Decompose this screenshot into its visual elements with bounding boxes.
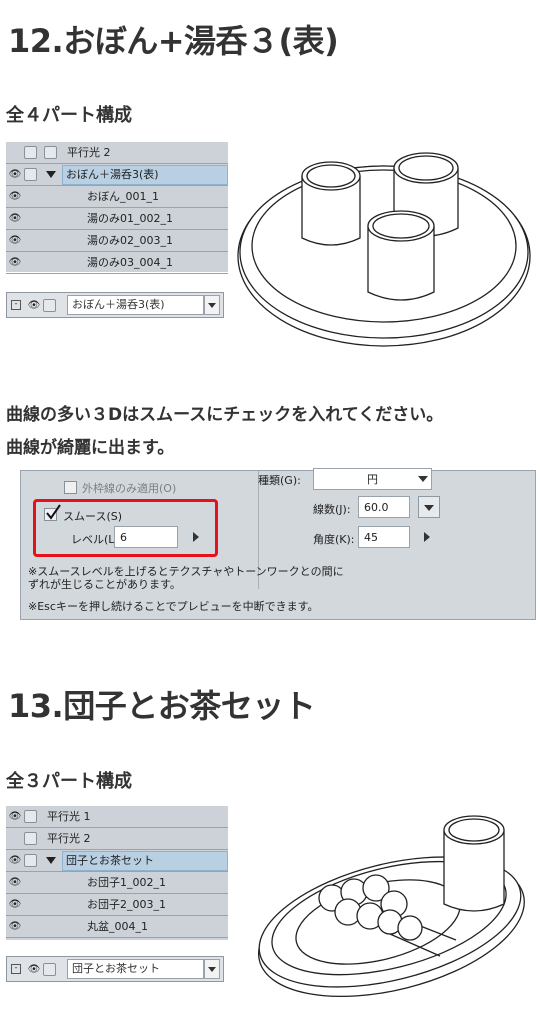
lock-checkbox[interactable] bbox=[24, 146, 37, 159]
layer-panel-13: 👁 平行光 1 平行光 2 👁 団子とお茶セット 👁 お団子1_002_1 👁 … bbox=[6, 806, 228, 940]
layer-checkbox[interactable] bbox=[24, 832, 37, 845]
layer-name: お団子2_003_1 bbox=[87, 897, 166, 911]
layer-name: お団子1_002_1 bbox=[87, 875, 166, 889]
layer-name: 団子とお茶セット bbox=[62, 850, 228, 871]
layer-checkbox[interactable] bbox=[24, 810, 37, 823]
expand-arrow-icon[interactable] bbox=[46, 857, 56, 864]
layer-row[interactable]: 👁 丸盆_004_1 bbox=[6, 916, 228, 938]
layer-select[interactable]: おぼん＋湯呑3(表) bbox=[67, 295, 204, 315]
layer-row[interactable]: 平行光 2 bbox=[6, 828, 228, 850]
layer-name: 湯のみ02_003_1 bbox=[87, 233, 173, 247]
layer-row[interactable]: 👁 団子とお茶セット bbox=[6, 850, 228, 872]
layer-name: 湯のみ03_004_1 bbox=[87, 255, 173, 269]
layer-checkbox[interactable] bbox=[44, 146, 57, 159]
lines-input[interactable]: 60.0 bbox=[358, 496, 410, 518]
collapse-icon[interactable]: - bbox=[11, 300, 21, 310]
outline-only-label: 外枠線のみ適用(O) bbox=[82, 482, 177, 495]
type-label: 種類(G): bbox=[258, 474, 301, 487]
type-select[interactable]: 円 bbox=[313, 468, 432, 490]
highlight-box bbox=[33, 499, 218, 557]
outline-only-checkbox[interactable] bbox=[64, 481, 77, 494]
chevron-down-icon[interactable] bbox=[204, 959, 220, 979]
layer-checkbox[interactable] bbox=[24, 168, 37, 181]
layer-selector-13[interactable]: - 👁 団子とお茶セット bbox=[6, 956, 224, 982]
expand-arrow-icon[interactable] bbox=[46, 171, 56, 178]
eye-icon[interactable]: 👁 bbox=[6, 855, 24, 866]
dango-tea-tray-illustration bbox=[257, 815, 525, 998]
layer-checkbox[interactable] bbox=[43, 298, 56, 312]
eye-icon[interactable]: 👁 bbox=[6, 191, 24, 202]
layer-row[interactable]: 👁 お団子1_002_1 bbox=[6, 872, 228, 894]
layer-row[interactable]: 👁 平行光 1 bbox=[6, 806, 228, 828]
tray-three-cups-illustration bbox=[237, 152, 531, 347]
collapse-icon[interactable]: - bbox=[11, 964, 21, 974]
note-line-2: 曲線が綺麗に出ます。 bbox=[6, 438, 175, 458]
layer-row[interactable]: 👁 おぼん＋湯呑3(表) bbox=[6, 164, 228, 186]
info-text-1b: ずれが生じることがあります。 bbox=[28, 578, 181, 591]
layer-row[interactable]: 👁 湯のみ02_003_1 bbox=[6, 230, 228, 252]
layer-name: 平行光 2 bbox=[67, 145, 111, 159]
layer-row[interactable]: 平行光 2 bbox=[6, 142, 228, 164]
layer-row[interactable]: 👁 お団子2_003_1 bbox=[6, 894, 228, 916]
eye-icon[interactable]: 👁 bbox=[6, 877, 24, 888]
note-line-1: 曲線の多い３Dはスムースにチェックを入れてください。 bbox=[6, 405, 444, 425]
lines-label: 線数(J): bbox=[313, 503, 351, 516]
layer-checkbox[interactable] bbox=[24, 854, 37, 867]
layer-name: おぼん_001_1 bbox=[87, 189, 159, 203]
eye-icon[interactable]: 👁 bbox=[6, 213, 24, 224]
layer-name: 丸盆_004_1 bbox=[87, 919, 148, 933]
eye-icon[interactable]: 👁 bbox=[6, 235, 24, 246]
layer-selector-12[interactable]: - 👁 おぼん＋湯呑3(表) bbox=[6, 292, 224, 318]
eye-icon[interactable]: 👁 bbox=[6, 811, 24, 822]
layer-name: 平行光 1 bbox=[47, 809, 91, 823]
eye-icon[interactable]: 👁 bbox=[25, 964, 43, 975]
eye-icon[interactable]: 👁 bbox=[6, 899, 24, 910]
eye-icon[interactable]: 👁 bbox=[25, 300, 43, 311]
chevron-down-icon[interactable] bbox=[204, 295, 220, 315]
layer-name: 湯のみ01_002_1 bbox=[87, 211, 173, 225]
chevron-down-icon[interactable] bbox=[418, 476, 428, 482]
angle-input[interactable]: 45 bbox=[358, 526, 410, 548]
layer-select[interactable]: 団子とお茶セット bbox=[67, 959, 204, 979]
layer-row[interactable]: 👁 湯のみ01_002_1 bbox=[6, 208, 228, 230]
eye-icon[interactable]: 👁 bbox=[6, 921, 24, 932]
info-text-2: ※Escキーを押し続けることでプレビューを中断できます。 bbox=[28, 600, 319, 613]
eye-icon[interactable]: 👁 bbox=[6, 257, 24, 268]
layer-checkbox[interactable] bbox=[43, 962, 56, 976]
layer-row[interactable]: 👁 湯のみ03_004_1 bbox=[6, 252, 228, 274]
angle-label: 角度(K): bbox=[313, 533, 355, 546]
lines-dropdown-button[interactable] bbox=[418, 496, 440, 518]
section-13-parts: 全３パート構成 bbox=[6, 771, 132, 792]
section-13-title: 13.団子とお茶セット bbox=[8, 687, 316, 725]
section-12-parts: 全４パート構成 bbox=[6, 105, 132, 126]
eye-icon[interactable]: 👁 bbox=[6, 169, 24, 180]
section-12-title: 12.おぼん+湯呑３(表) bbox=[8, 22, 339, 60]
angle-arrow-icon[interactable] bbox=[424, 532, 430, 542]
layer-row[interactable]: 👁 おぼん_001_1 bbox=[6, 186, 228, 208]
layer-name: おぼん＋湯呑3(表) bbox=[62, 164, 228, 185]
layer-name: 平行光 2 bbox=[47, 831, 91, 845]
layer-panel-12: 平行光 2 👁 おぼん＋湯呑3(表) 👁 おぼん_001_1 👁 湯のみ01_0… bbox=[6, 142, 228, 274]
